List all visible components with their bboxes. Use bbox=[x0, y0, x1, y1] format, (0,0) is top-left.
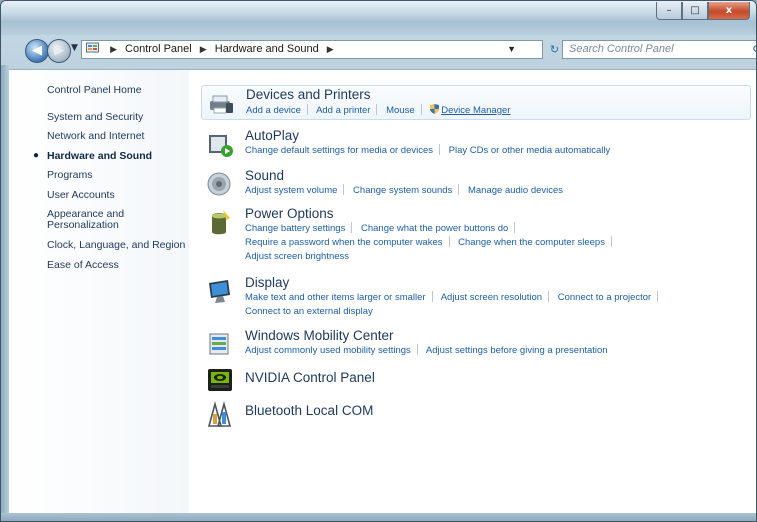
forward-button[interactable]: ▶ bbox=[47, 39, 71, 63]
control-panel-icon bbox=[86, 42, 99, 53]
current-item-bullet: ● bbox=[33, 150, 40, 161]
link-play-cds-automatically[interactable]: Play CDs or other media automatically bbox=[449, 145, 611, 156]
sidebar-item-control-panel-home[interactable]: Control Panel Home bbox=[47, 84, 142, 96]
minimize-button[interactable]: – bbox=[656, 2, 682, 20]
recent-pages-dropdown[interactable]: ▼ bbox=[71, 43, 78, 53]
link-adjust-screen-resolution[interactable]: Adjust screen resolution bbox=[441, 292, 542, 303]
category-devices-and-printers[interactable]: Devices and Printers Add a device Add a … bbox=[201, 85, 751, 120]
bluetooth-icon bbox=[207, 400, 232, 427]
link-change-sleep-time[interactable]: Change when the computer sleeps bbox=[458, 237, 605, 248]
category-title[interactable]: Sound bbox=[245, 168, 284, 183]
sidebar-item-clock-language-region[interactable]: Clock, Language, and Region bbox=[47, 239, 185, 251]
link-mouse[interactable]: Mouse bbox=[386, 105, 415, 116]
category-display[interactable]: Display Make text and other items larger… bbox=[201, 275, 749, 321]
category-links: Change default settings for media or dev… bbox=[245, 144, 610, 158]
category-title[interactable]: Windows Mobility Center bbox=[245, 328, 394, 343]
link-adjust-screen-brightness[interactable]: Adjust screen brightness bbox=[245, 251, 349, 262]
category-title[interactable]: Devices and Printers bbox=[246, 87, 371, 102]
category-title[interactable]: NVIDIA Control Panel bbox=[245, 370, 375, 385]
link-add-a-device[interactable]: Add a device bbox=[246, 105, 301, 116]
search-icon[interactable]: ⚲ bbox=[752, 42, 756, 59]
sidebar-item-ease-of-access[interactable]: Ease of Access bbox=[47, 259, 119, 271]
category-links: Change battery settings Change what the … bbox=[245, 222, 618, 264]
sidebar: Control Panel Home System and Security N… bbox=[9, 70, 189, 516]
search-input[interactable]: Search Control Panel ⚲ bbox=[562, 40, 756, 59]
link-manage-audio-devices[interactable]: Manage audio devices bbox=[468, 185, 563, 196]
category-power-options[interactable]: Power Options Change battery settings Ch… bbox=[201, 206, 749, 266]
content-area: Control Panel Home System and Security N… bbox=[9, 69, 756, 516]
address-dropdown[interactable]: ▼ bbox=[507, 41, 516, 58]
category-links: Make text and other items larger or smal… bbox=[245, 291, 664, 319]
link-change-system-sounds[interactable]: Change system sounds bbox=[353, 185, 452, 196]
category-sound[interactable]: Sound Adjust system volume Change system… bbox=[201, 168, 749, 200]
link-require-password-on-wake[interactable]: Require a password when the computer wak… bbox=[245, 237, 443, 248]
back-button[interactable]: ◀ bbox=[25, 39, 49, 63]
category-title[interactable]: Display bbox=[245, 275, 289, 290]
category-links: Adjust commonly used mobility settings A… bbox=[245, 344, 608, 358]
category-bluetooth-local-com[interactable]: Bluetooth Local COM bbox=[201, 400, 749, 428]
link-connect-to-projector[interactable]: Connect to a projector bbox=[558, 292, 651, 303]
category-title[interactable]: Power Options bbox=[245, 206, 334, 221]
sidebar-item-programs[interactable]: Programs bbox=[47, 169, 93, 181]
link-connect-external-display[interactable]: Connect to an external display bbox=[245, 306, 373, 317]
search-placeholder: Search Control Panel bbox=[569, 43, 674, 55]
category-nvidia-control-panel[interactable]: NVIDIA Control Panel bbox=[201, 368, 749, 394]
autoplay-icon bbox=[209, 135, 233, 157]
mobility-center-icon bbox=[209, 333, 229, 355]
caption-buttons: – □ x bbox=[656, 2, 750, 20]
breadcrumb-hardware-and-sound[interactable]: Hardware and Sound bbox=[215, 43, 319, 55]
sidebar-item-network-and-internet[interactable]: Network and Internet bbox=[47, 130, 144, 142]
uac-shield-icon bbox=[430, 104, 440, 114]
link-change-battery-settings[interactable]: Change battery settings bbox=[245, 223, 345, 234]
speaker-icon bbox=[207, 172, 231, 196]
link-add-a-printer[interactable]: Add a printer bbox=[316, 105, 370, 116]
control-panel-window: – □ x ◀ ▶ ▼ ▶ Control Panel ▶ Hardware a… bbox=[0, 0, 757, 522]
sidebar-item-system-and-security[interactable]: System and Security bbox=[47, 111, 143, 123]
category-title[interactable]: Bluetooth Local COM bbox=[245, 403, 373, 418]
category-links: Adjust system volume Change system sound… bbox=[245, 184, 563, 198]
link-change-default-media-settings[interactable]: Change default settings for media or dev… bbox=[245, 145, 433, 156]
link-make-text-larger[interactable]: Make text and other items larger or smal… bbox=[245, 292, 426, 303]
category-title[interactable]: AutoPlay bbox=[245, 128, 299, 143]
link-device-manager[interactable]: Device Manager bbox=[441, 105, 510, 116]
link-change-power-buttons[interactable]: Change what the power buttons do bbox=[361, 223, 508, 234]
battery-icon bbox=[212, 210, 230, 235]
nvidia-icon bbox=[208, 369, 232, 391]
sidebar-item-user-accounts[interactable]: User Accounts bbox=[47, 189, 115, 201]
link-adjust-system-volume[interactable]: Adjust system volume bbox=[245, 185, 337, 196]
address-bar[interactable]: ▶ Control Panel ▶ Hardware and Sound ▶ ▼ bbox=[81, 40, 543, 59]
category-links: Add a device Add a printer Mouse Device … bbox=[246, 104, 510, 118]
sidebar-item-appearance-and-personalization[interactable]: Appearance and Personalization bbox=[47, 209, 124, 231]
address-row: ◀ ▶ ▼ ▶ Control Panel ▶ Hardware and Sou… bbox=[1, 37, 756, 65]
sidebar-item-hardware-and-sound[interactable]: Hardware and Sound bbox=[47, 150, 152, 162]
breadcrumb-control-panel[interactable]: Control Panel bbox=[125, 43, 192, 55]
main-panel: Devices and Printers Add a device Add a … bbox=[191, 70, 756, 516]
title-bar[interactable]: – □ x bbox=[1, 1, 756, 35]
monitor-icon bbox=[209, 280, 230, 303]
link-adjust-mobility-settings[interactable]: Adjust commonly used mobility settings bbox=[245, 345, 411, 356]
link-adjust-presentation-settings[interactable]: Adjust settings before giving a presenta… bbox=[426, 345, 608, 356]
maximize-button[interactable]: □ bbox=[682, 2, 708, 20]
printer-icon bbox=[210, 95, 233, 114]
category-autoplay[interactable]: AutoPlay Change default settings for med… bbox=[201, 128, 749, 160]
close-button[interactable]: x bbox=[708, 2, 750, 20]
category-windows-mobility-center[interactable]: Windows Mobility Center Adjust commonly … bbox=[201, 328, 749, 360]
